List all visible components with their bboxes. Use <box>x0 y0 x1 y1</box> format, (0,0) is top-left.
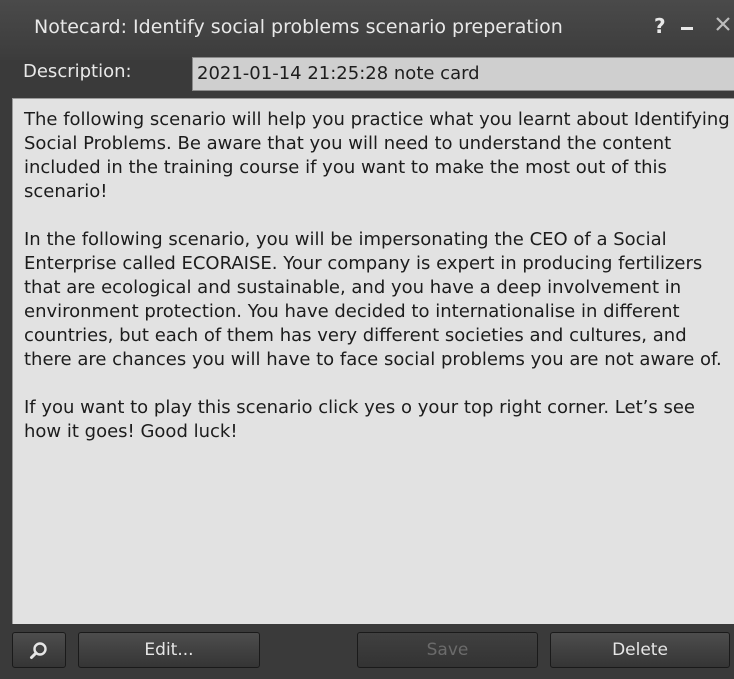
title-bar[interactable]: Notecard: Identify social problems scena… <box>0 0 734 60</box>
note-paragraph: In the following scenario, you will be i… <box>24 229 722 370</box>
minimize-icon[interactable] <box>678 12 698 34</box>
note-paragraph: If you want to play this scenario click … <box>24 397 696 442</box>
note-paragraph: The following scenario will help you pra… <box>24 109 730 202</box>
notecard-window: Notecard: Identify social problems scena… <box>0 0 734 679</box>
description-input[interactable]: 2021-01-14 21:25:28 note card <box>192 57 734 91</box>
notecard-text: The following scenario will help you pra… <box>24 108 732 468</box>
search-button[interactable] <box>12 632 66 668</box>
window-title: Notecard: Identify social problems scena… <box>34 16 563 38</box>
description-row: Description: 2021-01-14 21:25:28 note ca… <box>0 54 734 94</box>
bottom-toolbar: Edit... Save Delete <box>0 629 734 679</box>
magnifier-icon <box>30 642 47 659</box>
edit-button[interactable]: Edit... <box>78 632 260 668</box>
save-button[interactable]: Save <box>357 632 538 668</box>
description-label: Description: <box>23 61 132 82</box>
help-button[interactable]: ? <box>654 14 666 38</box>
delete-button[interactable]: Delete <box>550 632 730 668</box>
notecard-text-editor[interactable]: The following scenario will help you pra… <box>12 98 734 624</box>
close-icon[interactable] <box>712 13 734 35</box>
